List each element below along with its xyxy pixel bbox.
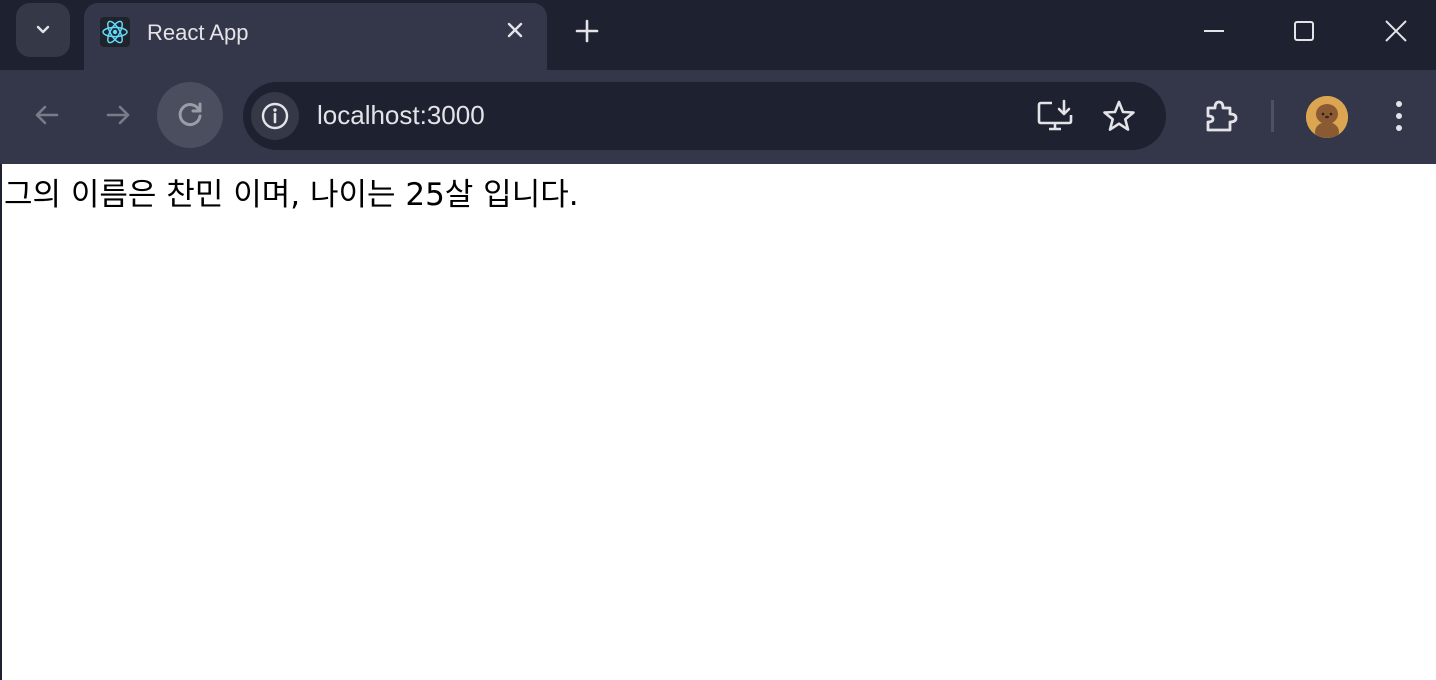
tab-search-button[interactable] xyxy=(16,3,70,57)
back-button[interactable] xyxy=(14,82,80,148)
info-icon xyxy=(261,102,289,130)
toolbar-divider xyxy=(1271,100,1274,132)
react-logo-icon xyxy=(100,17,130,47)
browser-toolbar: localhost:3000 xyxy=(0,70,1436,164)
tab-close-button[interactable] xyxy=(500,15,530,45)
window-edge xyxy=(0,164,2,680)
close-icon xyxy=(507,22,523,38)
reload-button[interactable] xyxy=(157,82,223,148)
close-window-button[interactable] xyxy=(1366,6,1426,56)
new-tab-button[interactable] xyxy=(568,12,606,50)
site-info-button[interactable] xyxy=(251,92,299,140)
profile-avatar[interactable] xyxy=(1306,96,1348,138)
puzzle-icon xyxy=(1206,100,1238,132)
page-content: 그의 이름은 찬민 이며, 나이는 25살 입니다. xyxy=(0,164,1436,680)
tab-title: React App xyxy=(147,20,249,45)
minimize-icon xyxy=(1204,30,1224,32)
star-icon xyxy=(1103,100,1135,131)
more-vertical-icon xyxy=(1396,101,1402,131)
avatar-image xyxy=(1306,96,1348,138)
install-app-button[interactable] xyxy=(1035,96,1075,136)
extensions-button[interactable] xyxy=(1198,94,1242,138)
maximize-button[interactable] xyxy=(1274,6,1334,56)
tab-react-app[interactable]: React App xyxy=(84,3,547,70)
arrow-left-icon xyxy=(35,105,59,125)
minimize-button[interactable] xyxy=(1184,6,1244,56)
chevron-down-icon xyxy=(36,25,50,34)
plus-icon xyxy=(575,19,599,43)
browser-menu-button[interactable] xyxy=(1377,94,1421,138)
browser-window: React App localhost:3000 그의 이름은 찬민 이며, 나… xyxy=(0,0,1436,680)
install-app-icon xyxy=(1037,99,1073,131)
arrow-right-icon xyxy=(106,105,130,125)
profile-sentence: 그의 이름은 찬민 이며, 나이는 25살 입니다. xyxy=(4,177,579,213)
close-icon xyxy=(1385,20,1407,42)
forward-button[interactable] xyxy=(85,82,151,148)
maximize-icon xyxy=(1294,21,1314,41)
address-bar[interactable]: localhost:3000 xyxy=(243,82,1166,150)
tab-strip: React App xyxy=(0,0,1436,70)
bookmark-button[interactable] xyxy=(1099,96,1139,136)
reload-icon xyxy=(178,102,202,126)
url-text[interactable]: localhost:3000 xyxy=(317,100,485,131)
